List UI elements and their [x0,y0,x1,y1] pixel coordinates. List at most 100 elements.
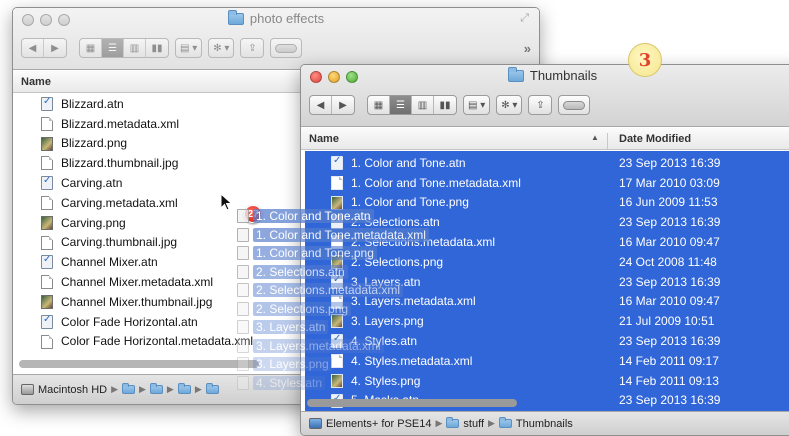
share-icon: ⇪ [248,42,257,54]
action-file-icon [41,175,53,191]
file-name: Channel Mixer.atn [61,255,158,270]
image-file-icon [331,195,343,210]
tags-button[interactable] [558,95,591,115]
action-file-icon [41,254,53,270]
action-file-icon [41,314,53,329]
view-mode-buttons: ▦ ☰ ▥ ▮▮ [79,38,169,58]
tags-button[interactable] [270,38,303,58]
share-icon: ⇪ [536,99,545,111]
folder-icon [446,417,460,428]
document-icon [331,175,343,190]
file-row-selected[interactable]: 3. Layers.metadata.xml 16 Mar 2010 09:47 [301,292,789,312]
fullscreen-icon[interactable]: ⤢ [520,12,529,25]
file-date-modified: 16 Jun 2009 11:53 [619,195,718,210]
window-title: Thumbnails [301,66,789,83]
arrange-icon: ▤ ▾ [468,99,486,111]
file-name: Channel Mixer.metadata.xml [61,275,214,290]
icon-view-button[interactable]: ▦ [80,39,102,57]
document-icon [41,156,53,171]
folder-icon [227,9,244,25]
folder-icon [507,66,524,82]
file-row-selected[interactable]: 4. Styles.metadata.xml 14 Feb 2011 09:17 [301,351,789,371]
folder-icon[interactable] [149,383,163,394]
file-row-selected[interactable]: 2. Selections.atn 23 Sep 2013 16:39 [301,212,789,232]
image-file-icon [41,136,53,151]
file-date-modified: 23 Sep 2013 16:39 [619,215,721,230]
document-icon [41,195,53,210]
back-button[interactable]: ◀ [22,39,44,57]
path-arrow-icon: ▶ [435,418,443,428]
action-file-icon [331,214,343,230]
path-item[interactable]: Thumbnails [516,418,573,430]
coverflow-view-button[interactable]: ▮▮ [146,39,168,57]
window-title: photo effects [13,9,539,26]
image-file-icon [41,215,53,230]
toolbar-overflow-icon[interactable]: » [524,41,531,56]
file-row-selected[interactable]: 1. Color and Tone.atn 23 Sep 2013 16:39 [301,153,789,173]
file-row-selected[interactable]: 4. Styles.atn 23 Sep 2013 16:39 [301,331,789,351]
file-name: 4. Styles.png [351,373,421,388]
column-name[interactable]: Name [21,76,51,88]
file-row-selected[interactable]: 3. Layers.png 21 Jul 2009 10:51 [301,311,789,331]
finder-window-thumbnails: Thumbnails ◀ ▶ ▦ ☰ ▥ ▮▮ ▤ ▾ ✻ ▾ ⇪ Name ▲… [300,64,789,436]
file-name: Carving.atn [61,176,123,191]
file-name: Blizzard.metadata.xml [61,116,180,131]
back-button[interactable]: ◀ [310,96,332,114]
toolbar: ◀ ▶ ▦ ☰ ▥ ▮▮ ▤ ▾ ✻ ▾ ⇪ [309,93,789,117]
horizontal-scrollbar[interactable] [19,360,259,368]
arrange-button[interactable]: ▤ ▾ [463,95,491,115]
file-name: 4. Styles.atn [351,334,418,349]
image-file-icon [331,314,343,329]
forward-button[interactable]: ▶ [332,96,354,114]
file-row-selected[interactable]: 4. Styles.png 14 Feb 2011 09:13 [301,371,789,391]
column-name[interactable]: Name [309,133,339,145]
path-item[interactable]: Macintosh HD [38,384,107,396]
file-name: Blizzard.atn [61,96,124,111]
file-name: Blizzard.thumbnail.jpg [61,156,179,171]
file-name: Carving.metadata.xml [61,195,178,210]
window-titlebar: Thumbnails ◀ ▶ ▦ ☰ ▥ ▮▮ ▤ ▾ ✻ ▾ ⇪ [301,65,789,127]
column-header: Name ▲ Date Modified [301,128,789,150]
list-view-button[interactable]: ☰ [390,96,412,114]
file-row-selected[interactable]: 3. Layers.atn 23 Sep 2013 16:39 [301,272,789,292]
path-arrow-icon: ▶ [194,384,202,394]
list-view-button[interactable]: ☰ [102,39,124,57]
file-row-selected[interactable]: 2. Selections.metadata.xml 16 Mar 2010 09… [301,232,789,252]
file-name: 2. Selections.atn [351,215,440,230]
file-row-selected[interactable]: 1. Color and Tone.metadata.xml 17 Mar 201… [301,173,789,193]
document-icon [41,275,53,290]
file-date-modified: 23 Sep 2013 16:39 [619,274,721,289]
action-file-icon [331,274,343,289]
file-date-modified: 23 Sep 2013 16:39 [619,334,721,349]
path-item[interactable]: Elements+ for PSE14 [326,418,431,430]
image-file-icon [331,373,343,388]
file-row-selected[interactable]: 1. Color and Tone.png 16 Jun 2009 11:53 [301,193,789,213]
file-name: 1. Color and Tone.png [351,195,469,210]
folder-icon[interactable] [205,383,219,394]
horizontal-scrollbar[interactable] [307,399,517,407]
file-name: 3. Layers.atn [351,274,421,289]
folder-icon[interactable] [177,383,191,394]
path-arrow-icon: ▶ [488,418,495,428]
action-button[interactable]: ✻ ▾ [496,95,523,115]
action-button[interactable]: ✻ ▾ [208,38,235,58]
share-button[interactable]: ⇪ [528,95,553,115]
column-date-modified[interactable]: Date Modified [619,133,691,145]
folder-icon[interactable] [122,383,135,394]
file-date-modified: 17 Mar 2010 03:09 [619,175,720,190]
file-row-selected[interactable]: 2. Selections.png 24 Oct 2008 11:48 [301,252,789,272]
forward-button[interactable]: ▶ [44,39,66,57]
file-name: 2. Selections.metadata.xml [351,235,496,250]
column-divider[interactable] [607,133,608,149]
pill-icon [271,39,301,57]
coverflow-view-button[interactable]: ▮▮ [434,96,456,114]
hard-drive-icon [21,384,34,395]
column-view-button[interactable]: ▥ [412,96,434,114]
share-button[interactable]: ⇪ [240,38,265,58]
icon-view-button[interactable]: ▦ [368,96,390,114]
path-arrow-icon: ▶ [166,384,174,394]
path-item[interactable]: stuff [463,418,484,430]
arrange-button[interactable]: ▤ ▾ [175,38,203,58]
file-name: 1. Color and Tone.metadata.xml [351,175,521,190]
column-view-button[interactable]: ▥ [124,39,146,57]
